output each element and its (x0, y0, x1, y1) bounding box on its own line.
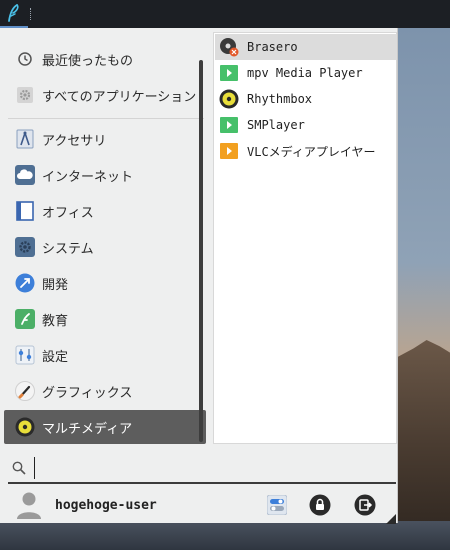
search-input[interactable] (34, 457, 374, 479)
category-settings[interactable]: 設定 (4, 338, 206, 372)
resize-grip-icon[interactable] (386, 514, 396, 524)
recent-clock-icon (14, 48, 36, 70)
lock-screen-button[interactable] (308, 493, 332, 517)
app-rhythmbox[interactable]: Rhythmbox (215, 86, 397, 112)
search-bar (8, 454, 396, 484)
category-label: 設定 (42, 349, 69, 365)
application-list: Brasero mpv Media Player Rhythmbox SMPla… (213, 32, 397, 444)
category-label: 最近使ったもの (42, 53, 134, 69)
category-label: マルチメディア (42, 421, 133, 437)
category-graphics[interactable]: グラフィックス (4, 374, 206, 408)
brasero-disc-icon (219, 37, 239, 57)
settings-toggle-icon (267, 495, 287, 515)
panel-separator (30, 8, 34, 20)
category-label: 開発 (42, 277, 69, 293)
app-smplayer[interactable]: SMPlayer (215, 112, 397, 138)
app-vlc[interactable]: VLCメディアプレイヤー (215, 138, 397, 164)
all-apps-gear-icon (14, 84, 36, 106)
category-office[interactable]: オフィス (4, 194, 206, 228)
internet-cloud-icon (14, 164, 36, 186)
app-label: Brasero (247, 40, 298, 54)
app-mpv[interactable]: mpv Media Player (215, 60, 397, 86)
user-bar: hogehoge-user (0, 486, 398, 523)
log-out-button[interactable] (353, 493, 377, 517)
category-label: インターネット (42, 169, 134, 185)
settings-icon (14, 344, 36, 366)
top-panel (0, 0, 450, 28)
vlc-play-icon (219, 141, 239, 161)
rhythmbox-speaker-icon (219, 89, 239, 109)
category-divider (8, 118, 204, 119)
user-avatar-icon (16, 491, 42, 519)
app-label: VLCメディアプレイヤー (247, 144, 376, 159)
accessories-compass-icon (14, 128, 36, 150)
category-scrollbar[interactable] (199, 60, 203, 442)
wallpaper-rock (398, 340, 450, 550)
system-gear-icon (14, 236, 36, 258)
multimedia-speaker-icon (14, 416, 36, 438)
application-menu: 最近使ったもの すべてのアプリケーション アクセサリ インターネット オフィス … (0, 28, 398, 524)
category-development[interactable]: 開発 (4, 266, 206, 300)
category-label: 教育 (42, 313, 69, 329)
whisker-menu-icon (8, 4, 19, 22)
mpv-play-icon (219, 63, 239, 83)
category-education[interactable]: 教育 (4, 302, 206, 336)
desktop-bottom-area (0, 521, 450, 550)
lock-screen-icon (309, 494, 331, 516)
category-system[interactable]: システム (4, 230, 206, 264)
search-icon (8, 461, 30, 475)
category-label: オフィス (42, 205, 94, 221)
office-document-icon (14, 200, 36, 222)
app-label: SMPlayer (247, 118, 305, 132)
development-icon (14, 272, 36, 294)
username: hogehoge-user (55, 498, 157, 513)
category-label: すべてのアプリケーション (42, 89, 197, 105)
menu-launcher-button[interactable] (0, 0, 28, 28)
category-recent[interactable]: 最近使ったもの (4, 42, 206, 76)
log-out-icon (354, 494, 376, 516)
category-list: 最近使ったもの すべてのアプリケーション アクセサリ インターネット オフィス … (0, 30, 210, 472)
app-label: mpv Media Player (247, 66, 363, 80)
category-label: システム (42, 241, 94, 257)
category-accessories[interactable]: アクセサリ (4, 122, 206, 156)
settings-manager-button[interactable] (265, 493, 289, 517)
education-icon (14, 308, 36, 330)
smplayer-play-icon (219, 115, 239, 135)
category-label: アクセサリ (42, 133, 107, 149)
graphics-brush-icon (14, 380, 36, 402)
category-all-applications[interactable]: すべてのアプリケーション (4, 78, 206, 112)
category-internet[interactable]: インターネット (4, 158, 206, 192)
category-label: グラフィックス (42, 385, 133, 401)
app-brasero[interactable]: Brasero (215, 34, 397, 60)
category-multimedia[interactable]: マルチメディア (4, 410, 206, 444)
app-label: Rhythmbox (247, 92, 313, 106)
